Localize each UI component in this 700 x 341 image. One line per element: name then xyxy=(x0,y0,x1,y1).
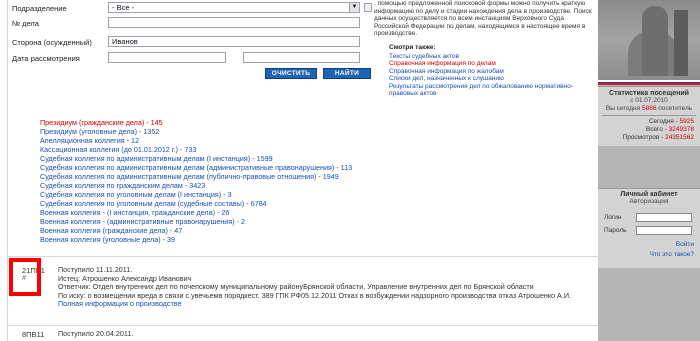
russian-flag-stripe xyxy=(598,80,700,86)
case-divider xyxy=(8,256,598,257)
court-link[interactable]: Военная коллегия - (административные пра… xyxy=(40,217,560,226)
case-number-label: № дела xyxy=(12,19,39,28)
date-label: Дата рассмотрения xyxy=(12,54,80,63)
cabinet-title: Личный кабинет xyxy=(620,191,678,198)
password-input[interactable] xyxy=(636,226,692,235)
stats-views: Просмотров - 24351562 xyxy=(622,134,694,141)
see-also-link-hearing-lists[interactable]: Списки дел, назначенных к слушанию xyxy=(389,75,589,83)
party-row: Сторона (осужденный) Иванов xyxy=(12,36,360,48)
party-input[interactable]: Иванов xyxy=(108,36,360,47)
court-link[interactable]: Судебная коллегия по гражданским делам -… xyxy=(40,181,560,190)
case-details: Поступило 20.04.2011. xyxy=(58,329,598,339)
see-also-heading: Смотри также: xyxy=(389,44,436,51)
subdivision-row: Подразделение - Все - ▼ xyxy=(12,2,372,14)
court-link[interactable]: Кассационная коллегия (до 01.01.2012 г.)… xyxy=(40,145,560,154)
see-also-link-normative-acts[interactable]: Результаты рассмотрения дел по обжалован… xyxy=(389,83,589,98)
case-received: Поступило 20.04.2011. xyxy=(58,329,134,338)
cabinet-subtitle: Авторизация xyxy=(629,198,669,205)
court-link[interactable]: Судебная коллегия по административным де… xyxy=(40,172,560,181)
date-from-input[interactable] xyxy=(108,52,226,63)
visit-stats: Статистика посещений с 01.07.2010 Вы сег… xyxy=(598,86,700,146)
court-link[interactable]: Апелляционная коллегия - 12 xyxy=(40,136,560,145)
building-photo xyxy=(598,0,700,80)
what-is-this-link[interactable]: Что это такое? xyxy=(650,251,694,258)
case-number: 8ПВ11 xyxy=(22,330,45,339)
see-also-box: Смотри также: Тексты судебных актов Спра… xyxy=(389,44,589,98)
court-link[interactable]: Военная коллегия - (I инстанция, граждан… xyxy=(40,208,560,217)
buttons-row: ОЧИСТИТЬ НАЙТИ xyxy=(12,68,371,80)
case-number-row: № дела xyxy=(12,17,360,29)
see-also-link-court-acts[interactable]: Тексты судебных актов xyxy=(389,53,589,61)
court-link[interactable]: Судебная коллегия по уголовным делам (I … xyxy=(40,190,560,199)
subdivision-value: - Все - xyxy=(112,3,135,12)
stats-since: с 01.07.2010 xyxy=(630,97,668,104)
court-link[interactable]: Президиум (уголовные дела) - 1352 xyxy=(40,127,560,136)
date-row: Дата рассмотрения xyxy=(12,52,360,64)
stats-you-today: Вы сегодня 5886 посетитель xyxy=(605,105,693,112)
login-row: Логин xyxy=(604,213,696,223)
stats-total: Всего - 3249378 xyxy=(645,126,694,133)
login-link[interactable]: Войти xyxy=(676,241,694,248)
see-also-link-complaint-info[interactable]: Справочная информация по жалобам xyxy=(389,68,589,76)
subdivision-select[interactable]: - Все - ▼ xyxy=(108,2,360,13)
court-link[interactable]: Судебная коллегия по уголовным делам (су… xyxy=(40,199,560,208)
subdivision-extra-box[interactable] xyxy=(364,3,372,12)
login-input[interactable] xyxy=(636,213,692,222)
case-number-input[interactable] xyxy=(108,17,360,28)
party-label: Сторона (осужденный) xyxy=(12,38,92,47)
case-divider xyxy=(8,325,598,326)
court-link[interactable]: Военная коллегия (гражданские дела) - 47 xyxy=(40,226,560,235)
case-details: Поступило 11.11.2011. Истец: Атрошенко А… xyxy=(58,265,598,309)
right-sidebar: Статистика посещений с 01.07.2010 Вы сег… xyxy=(598,0,700,341)
see-also-link-case-info[interactable]: Справочная информация по делам xyxy=(389,60,589,68)
personal-cabinet: Личный кабинет Авторизация Логин Пароль … xyxy=(598,188,700,268)
left-gutter xyxy=(0,0,8,341)
stats-title: Статистика посещений xyxy=(609,90,689,97)
login-label: Логин xyxy=(604,214,622,221)
highlight-box xyxy=(9,258,41,296)
court-division-list: Президиум (гражданские дела) - 145 Прези… xyxy=(40,118,560,244)
court-link[interactable]: Президиум (гражданские дела) - 145 xyxy=(40,118,560,127)
search-info-text: , помощью предложенной поисковой формы м… xyxy=(374,0,592,37)
chevron-down-icon[interactable]: ▼ xyxy=(349,3,359,12)
subdivision-label: Подразделение xyxy=(12,4,67,13)
court-link[interactable]: Судебная коллегия по административным де… xyxy=(40,154,560,163)
find-button[interactable]: НАЙТИ xyxy=(323,68,371,79)
date-to-input[interactable] xyxy=(243,52,360,63)
password-label: Пароль xyxy=(604,227,627,234)
court-link[interactable]: Судебная коллегия по административным де… xyxy=(40,163,560,172)
court-link[interactable]: Военная коллегия (уголовные дела) - 39 xyxy=(40,235,560,244)
stats-today: Сегодня - 5925 xyxy=(648,118,694,125)
clear-button[interactable]: ОЧИСТИТЬ xyxy=(265,68,317,79)
case-full-info-link[interactable]: Полная информация о производстве xyxy=(58,299,182,308)
password-row: Пароль xyxy=(604,226,696,236)
